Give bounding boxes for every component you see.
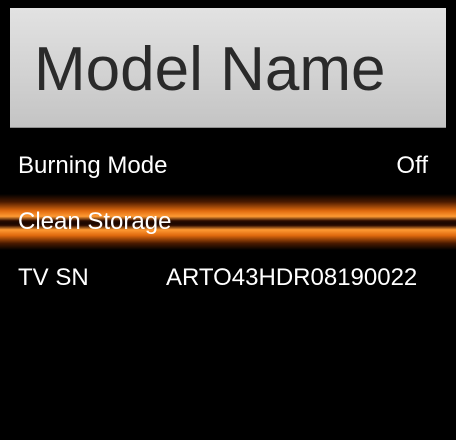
menu-item-burning-mode[interactable]: Burning Mode Off (0, 138, 456, 194)
factory-menu-screen: Model Name Burning Mode Off Clean Storag… (0, 0, 456, 440)
tv-serial-number: ARTO43HDR08190022 (166, 264, 418, 291)
menu-item-tv-sn[interactable]: TV SN ARTO43HDR08190022 (0, 250, 456, 306)
menu-item-label: Burning Mode (18, 152, 168, 179)
menu-item-label: TV SN (18, 264, 89, 291)
title-bar: Model Name (10, 8, 446, 128)
settings-menu: Burning Mode Off Clean Storage TV SN ART… (0, 138, 456, 306)
page-title: Model Name (34, 35, 386, 104)
burning-mode-value: Off (396, 152, 428, 179)
menu-item-label: Clean Storage (18, 208, 172, 235)
menu-item-clean-storage[interactable]: Clean Storage (0, 194, 456, 250)
